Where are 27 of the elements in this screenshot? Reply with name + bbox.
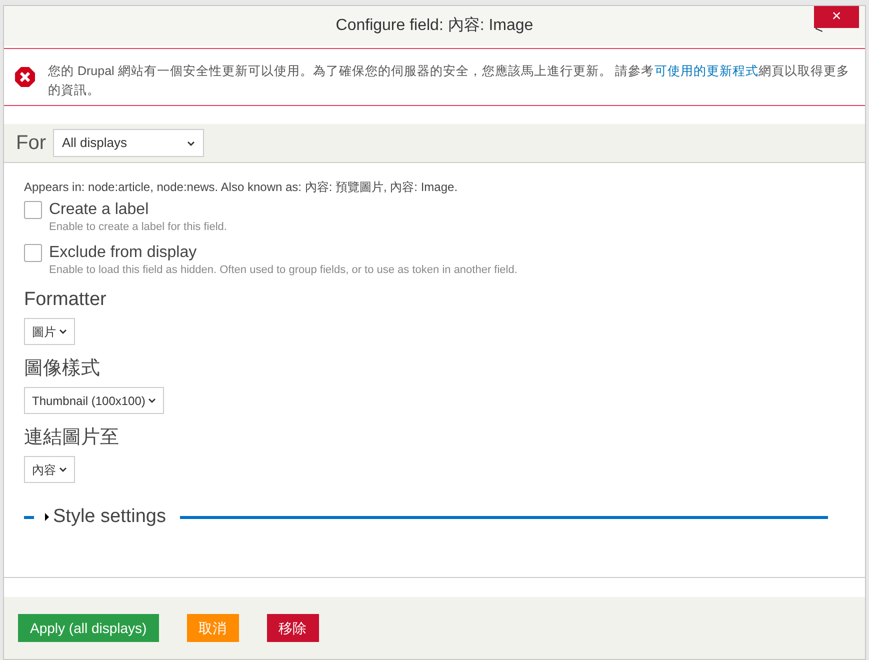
select-label: Formatter: [24, 288, 106, 312]
select-field[interactable]: 圖片: [24, 318, 75, 345]
checkbox[interactable]: [24, 201, 42, 219]
checkbox-description: Enable to create a label for this field.: [49, 220, 227, 235]
checkbox[interactable]: [24, 244, 42, 262]
triangle-right-icon: [44, 513, 50, 521]
dialog-title: Configure field: 內容: Image: [336, 16, 534, 36]
appears-in-text: Appears in: node:article, node:news. Also known as: 內容: 預覽圖片, 內容: Image.: [24, 179, 459, 196]
select-label: 圖像樣式: [24, 357, 100, 381]
checkbox-description: Enable to load this field as hidden. Often used to group fields, or to use as token in another field.: [49, 263, 518, 278]
display-select[interactable]: All displays: [53, 129, 204, 157]
select-field[interactable]: Thumbnail (100x100): [24, 387, 164, 414]
select-field[interactable]: 內容: [24, 456, 75, 483]
chevron-down-icon: [148, 398, 156, 403]
checkbox-label[interactable]: Exclude from display: [49, 243, 518, 263]
error-icon: [14, 66, 36, 88]
close-button[interactable]: ×: [814, 6, 859, 28]
remove-button[interactable]: 移除: [266, 614, 319, 642]
style-settings-toggle[interactable]: Style settings: [44, 502, 166, 532]
error-message-text: 您的 Drupal 網站有一個安全性更新可以使用。為了確保您的伺服器的安全，您應該馬上進行更新。 請參考可使用的更新程式網頁以取得更多的資訊。: [47, 63, 850, 99]
update-link[interactable]: 可使用的更新程式: [654, 64, 758, 78]
checkbox-label[interactable]: Create a label: [49, 200, 227, 220]
select-label: 連結圖片至: [24, 426, 119, 450]
chevron-down-icon: [59, 329, 67, 334]
chevron-down-icon: [187, 140, 195, 146]
for-label: For: [16, 131, 46, 156]
chevron-down-icon: [59, 467, 67, 472]
